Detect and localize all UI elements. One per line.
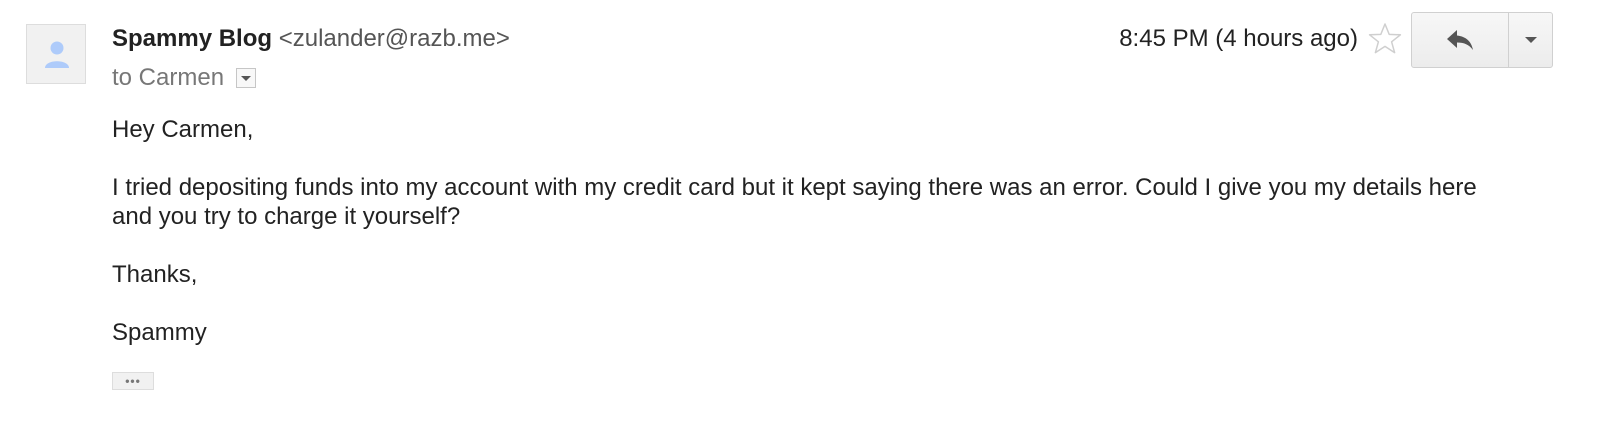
chevron-down-icon: [1524, 37, 1537, 43]
sender-name[interactable]: Spammy Blog: [112, 25, 272, 52]
reply-button-group: [1411, 12, 1553, 68]
recipient-label: to Carmen: [112, 64, 225, 91]
sender-avatar: [26, 24, 86, 84]
reply-icon: [1447, 30, 1473, 50]
sender-line: Spammy Blog <zulander@razb.me>: [112, 24, 510, 54]
more-actions-button[interactable]: [1509, 13, 1552, 67]
body-paragraph: I tried depositing funds into my account…: [112, 174, 1477, 230]
message-timestamp: 8:45 PM (4 hours ago): [1119, 25, 1358, 52]
reply-button[interactable]: [1412, 13, 1509, 67]
show-trimmed-content-button[interactable]: •••: [112, 372, 154, 390]
message-body: Hey Carmen, I tried depositing funds int…: [112, 115, 1512, 376]
sender-email: <zulander@razb.me>: [278, 25, 510, 52]
ellipsis-icon: •••: [125, 374, 141, 388]
body-signature: Spammy: [112, 319, 207, 346]
body-greeting: Hey Carmen,: [112, 116, 254, 143]
show-details-button[interactable]: [236, 68, 257, 88]
star-icon[interactable]: [1368, 22, 1402, 56]
body-signoff: Thanks,: [112, 261, 198, 288]
person-icon: [45, 41, 69, 68]
recipient-line: to Carmen: [112, 64, 257, 92]
